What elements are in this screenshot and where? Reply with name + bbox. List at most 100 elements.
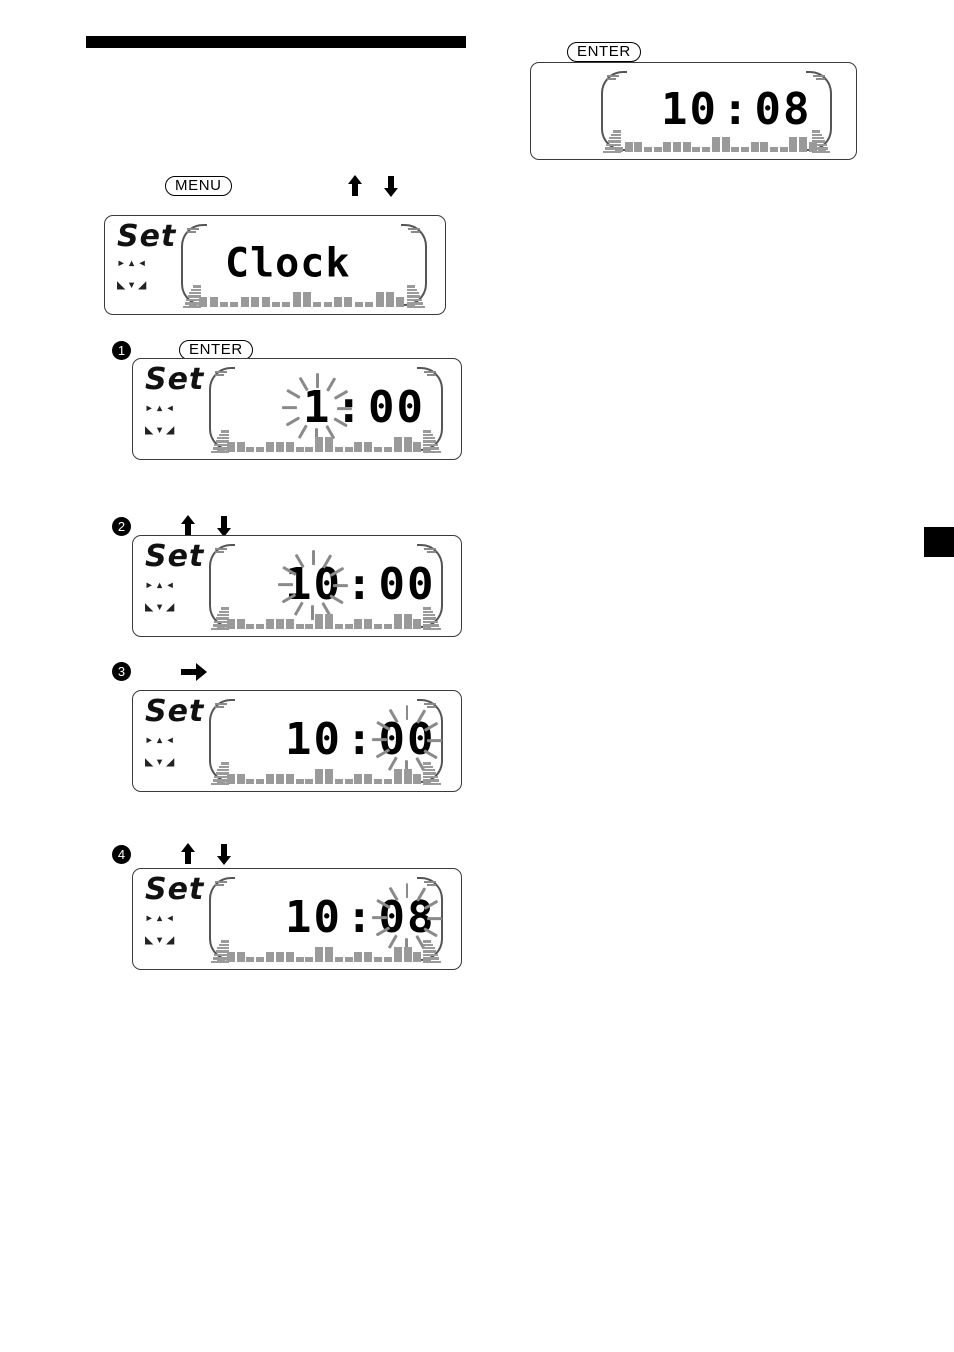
lcd-panel-menu: Set ▸▴◂ ◣▾◢ Clock bbox=[104, 215, 446, 315]
spectrum-bar bbox=[798, 137, 807, 152]
spectrum-bar bbox=[731, 147, 740, 152]
spectrum-bar bbox=[266, 952, 275, 962]
clock-minutes: 00 bbox=[371, 705, 442, 776]
spectrum-bar bbox=[315, 769, 324, 784]
spectrum-bar bbox=[275, 619, 284, 629]
spectrum-bar bbox=[364, 774, 373, 784]
spectrum-bar bbox=[261, 297, 270, 307]
step-number-badge: 1 bbox=[112, 340, 131, 360]
spectrum-bar bbox=[344, 957, 353, 962]
spectrum-bar bbox=[246, 779, 255, 784]
spectrum-bar bbox=[315, 947, 324, 962]
clock-hours: 1 bbox=[282, 373, 353, 444]
arrow-down-icon[interactable] bbox=[383, 174, 398, 198]
step-3-control-row: 3 bbox=[112, 662, 207, 681]
spectrum-bar bbox=[344, 779, 353, 784]
spectrum-bar bbox=[334, 779, 343, 784]
spectrum-bar bbox=[403, 947, 412, 962]
clock-readout: 10:00 bbox=[283, 705, 442, 776]
spectrum-bar bbox=[256, 447, 265, 452]
spectrum-bar bbox=[271, 302, 280, 307]
spectrum-bar bbox=[354, 302, 363, 307]
spectrum-bar bbox=[303, 292, 311, 307]
arrow-up-icon[interactable] bbox=[181, 842, 195, 866]
spectrum-bar bbox=[374, 957, 383, 962]
arrow-up-icon[interactable] bbox=[347, 174, 362, 198]
clock-colon: : bbox=[345, 559, 375, 611]
spectrum-bar bbox=[295, 957, 304, 962]
spectrum-bar bbox=[413, 619, 422, 629]
spectrum-wedge-right bbox=[423, 761, 441, 785]
spectrum-bar bbox=[396, 297, 405, 307]
chapter-edge-tab bbox=[924, 527, 954, 557]
spectrum-bar bbox=[305, 624, 314, 629]
spectrum-bar bbox=[246, 447, 255, 452]
spectrum-bar bbox=[236, 619, 245, 629]
section-rule bbox=[86, 36, 466, 48]
result-enter-row: ENTER bbox=[567, 42, 641, 62]
spectrum-bar bbox=[313, 302, 322, 307]
arrow-down-icon[interactable] bbox=[217, 842, 231, 866]
spectrum-wedge-right bbox=[423, 606, 441, 630]
spectrum-bar bbox=[393, 947, 402, 962]
spectrum-bar bbox=[209, 297, 218, 307]
spectrum-wedge-right bbox=[423, 939, 441, 963]
menu-control-row: MENU bbox=[165, 174, 398, 198]
spectrum-bar bbox=[375, 292, 384, 307]
spectrum-bar bbox=[275, 952, 284, 962]
spectrum-bar bbox=[769, 147, 778, 152]
spectrum-bar bbox=[383, 447, 392, 452]
enter-button[interactable]: ENTER bbox=[567, 42, 641, 62]
set-sub-row-1: ▸▴◂ bbox=[117, 255, 149, 271]
menu-button[interactable]: MENU bbox=[165, 176, 232, 196]
clock-minutes: 00 bbox=[378, 559, 436, 611]
spectrum-bar bbox=[325, 437, 333, 452]
step-4-control-row: 4 bbox=[112, 842, 231, 866]
spectrum-bar bbox=[325, 947, 333, 962]
spectrum-analyzer bbox=[133, 603, 461, 629]
spectrum-bar bbox=[251, 297, 260, 307]
spectrum-bar bbox=[236, 442, 245, 452]
enter-button[interactable]: ENTER bbox=[179, 340, 253, 360]
clock-minutes: 08 bbox=[371, 883, 442, 954]
lcd-panel-step-3: Set ▸▴◂ ◣▾◢ 10:00 bbox=[132, 690, 462, 792]
spectrum-bar bbox=[393, 614, 402, 629]
spectrum-bar bbox=[295, 624, 304, 629]
spectrum-bar bbox=[323, 302, 332, 307]
spectrum-analyzer bbox=[133, 426, 461, 452]
spectrum-bar bbox=[740, 147, 749, 152]
spectrum-bar bbox=[789, 137, 798, 152]
spectrum-bar bbox=[305, 779, 314, 784]
spectrum-bar bbox=[285, 442, 294, 452]
spectrum-bar bbox=[383, 957, 392, 962]
spectrum-bar bbox=[413, 952, 422, 962]
spectrum-bar bbox=[692, 147, 701, 152]
set-indicator: Set bbox=[145, 539, 205, 574]
set-sub-row-1: ▸▴◂ bbox=[145, 732, 177, 748]
lcd-panel-result: 10:08 bbox=[530, 62, 857, 160]
spectrum-bar bbox=[383, 779, 392, 784]
corner-tick-right bbox=[424, 548, 437, 555]
spectrum-bar bbox=[334, 447, 343, 452]
spectrum-bar bbox=[256, 624, 265, 629]
clock-readout: 10:08 bbox=[283, 883, 442, 954]
spectrum-bar bbox=[275, 774, 284, 784]
set-indicator: Set bbox=[145, 872, 205, 907]
clock-colon: : bbox=[335, 382, 364, 434]
spectrum-bar bbox=[354, 774, 363, 784]
set-sub-row-1: ▸▴◂ bbox=[145, 400, 177, 416]
spectrum-bar bbox=[275, 442, 284, 452]
clock-readout: 1:00 bbox=[282, 373, 427, 444]
spectrum-bar bbox=[344, 297, 353, 307]
set-indicator: Set bbox=[145, 362, 205, 397]
step-1-control-row: 1 ENTER bbox=[112, 340, 253, 360]
arrow-right-icon[interactable] bbox=[181, 662, 207, 681]
spectrum-bar bbox=[354, 442, 363, 452]
spectrum-bar bbox=[354, 619, 363, 629]
spectrum-bar bbox=[285, 619, 294, 629]
spectrum-bar bbox=[383, 624, 392, 629]
lcd-panel-step-4: Set ▸▴◂ ◣▾◢ 10:08 bbox=[132, 868, 462, 970]
lcd-panel-step-2: Set ▸▴◂ ◣▾◢ 10:00 bbox=[132, 535, 462, 637]
corner-tick-right bbox=[424, 703, 437, 710]
spectrum-bar bbox=[364, 619, 373, 629]
